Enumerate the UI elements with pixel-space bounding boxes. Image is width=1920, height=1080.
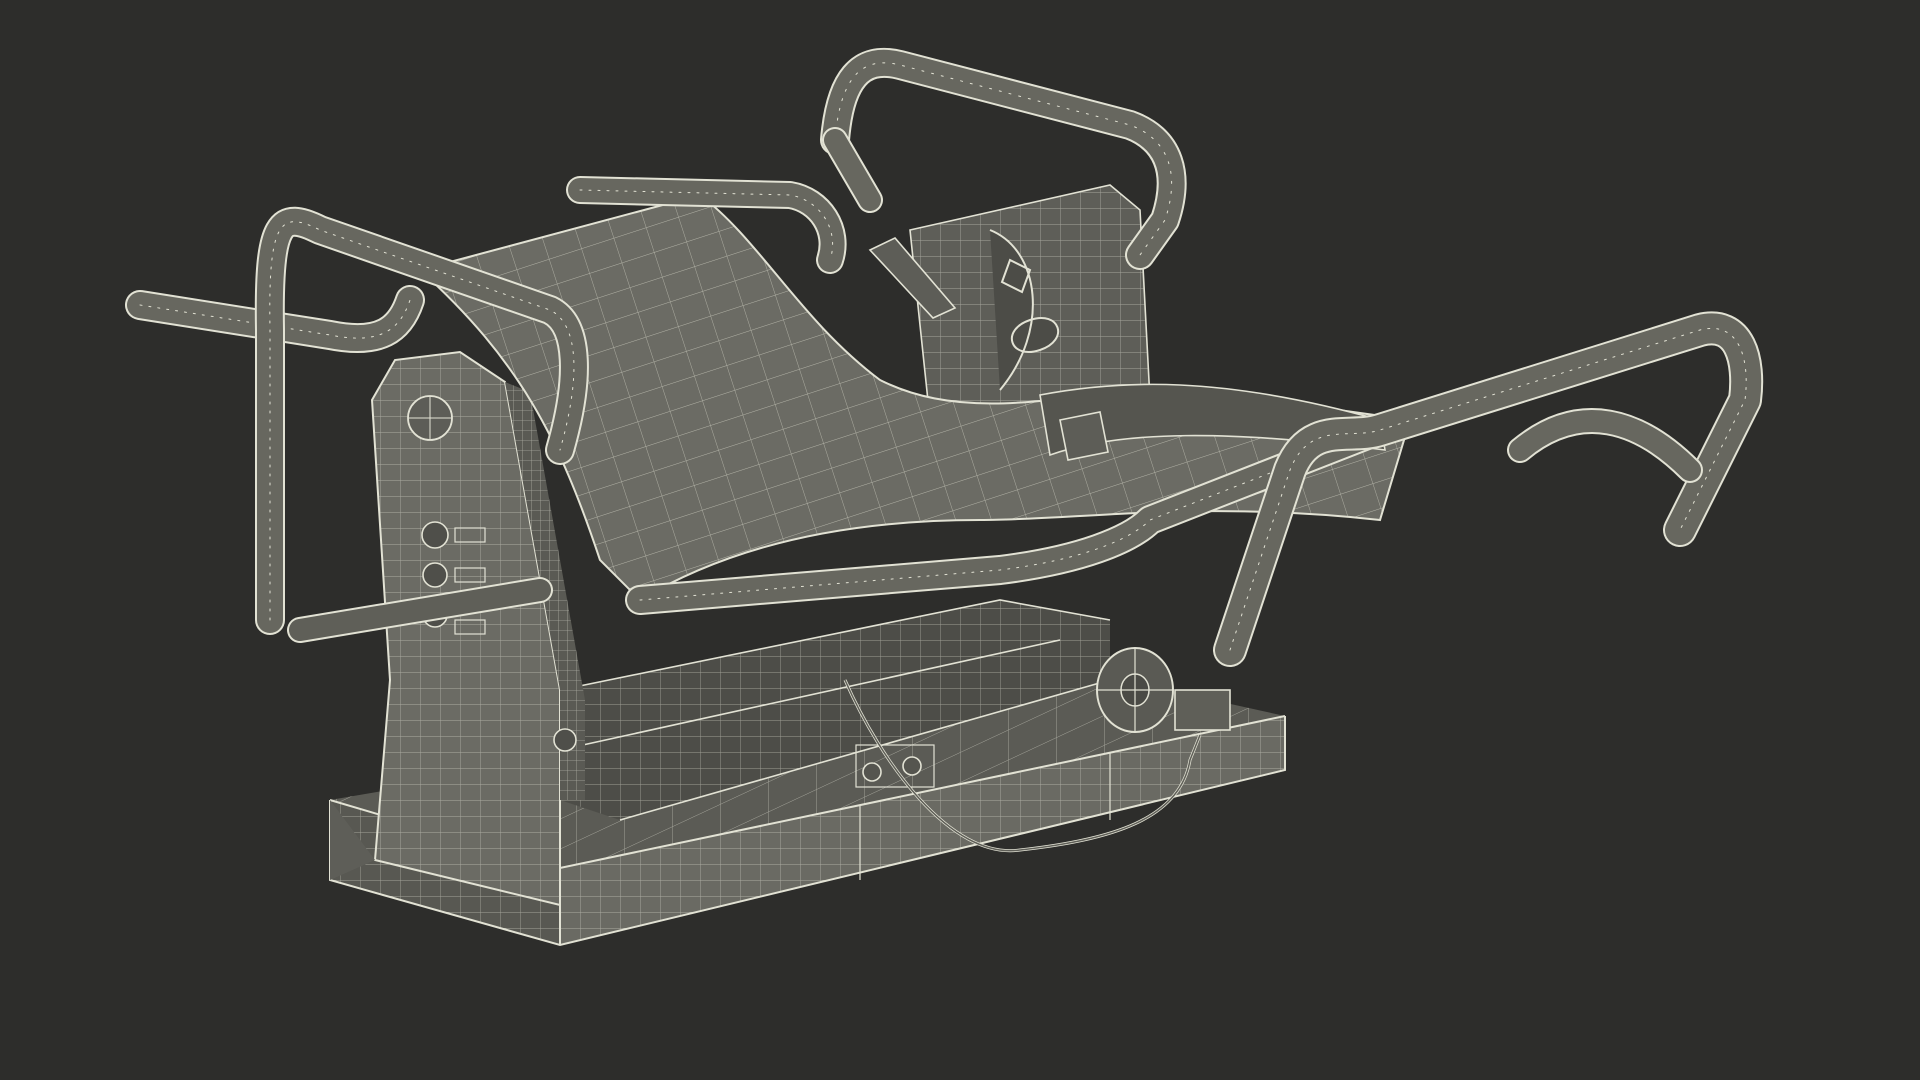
background xyxy=(0,0,1920,1080)
control-knob-icon xyxy=(553,728,577,752)
connector-icon xyxy=(862,762,882,782)
render-viewport xyxy=(0,0,1920,1080)
wireframe-render xyxy=(0,0,1920,1080)
control-knob-icon xyxy=(422,562,448,588)
control-knob-icon xyxy=(421,521,449,549)
connector-icon xyxy=(902,756,922,776)
